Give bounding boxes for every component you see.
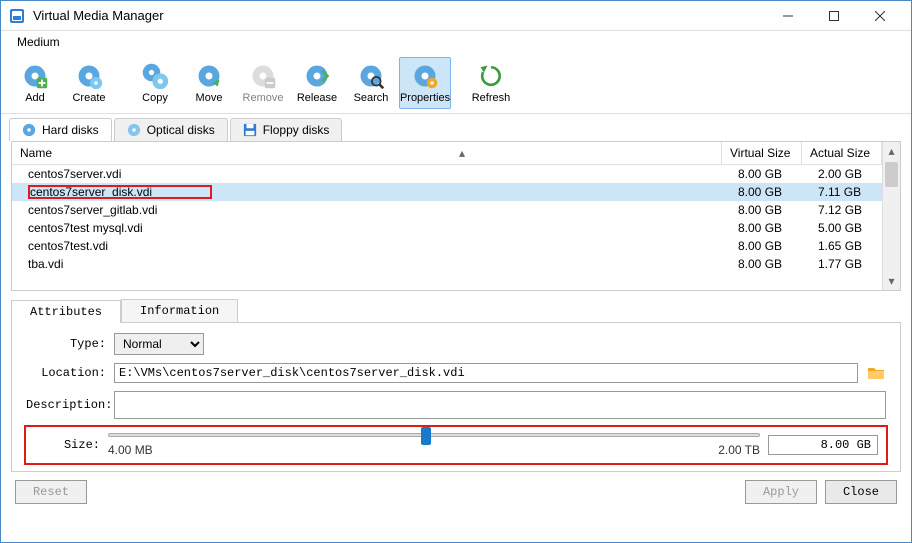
refresh-icon xyxy=(477,62,505,90)
table-row[interactable]: centos7server_disk.vdi8.00 GB7.11 GB xyxy=(12,183,882,201)
table-row[interactable]: tba.vdi8.00 GB1.77 GB xyxy=(12,255,882,273)
toolbar-add[interactable]: Add xyxy=(9,57,61,109)
browse-folder-button[interactable] xyxy=(866,363,886,383)
apply-button: Apply xyxy=(745,480,817,504)
tab-label: Hard disks xyxy=(42,123,99,137)
toolbar-release[interactable]: Release xyxy=(291,57,343,109)
toolbar-move[interactable]: Move xyxy=(183,57,235,109)
col-virtual-size[interactable]: Virtual Size xyxy=(722,142,802,164)
tab-attributes[interactable]: Attributes xyxy=(11,300,121,323)
add-icon xyxy=(21,62,49,90)
menu-medium[interactable]: Medium xyxy=(9,33,68,51)
size-max-label: 2.00 TB xyxy=(718,443,760,457)
location-input[interactable] xyxy=(114,363,858,383)
toolbar-copy[interactable]: Copy xyxy=(129,57,181,109)
cell-asize: 5.00 GB xyxy=(802,220,882,236)
hard-disk-icon xyxy=(22,123,36,137)
slider-thumb[interactable] xyxy=(421,427,431,445)
col-name[interactable]: Name▴ xyxy=(12,142,722,164)
tab-optical-disks[interactable]: Optical disks xyxy=(114,118,228,141)
cell-asize: 7.11 GB xyxy=(802,184,882,200)
cell-vsize: 8.00 GB xyxy=(722,220,802,236)
cell-vsize: 8.00 GB xyxy=(722,166,802,182)
cell-name: centos7test.vdi xyxy=(12,238,722,254)
description-textarea[interactable] xyxy=(114,391,886,419)
bottom-bar: Reset Apply Close xyxy=(1,472,911,512)
table-header: Name▴ Virtual Size Actual Size xyxy=(12,142,882,165)
table-scrollbar[interactable]: ▴ ▾ xyxy=(882,142,900,290)
size-section: Size: 4.00 MB 2.00 TB xyxy=(26,427,886,463)
cell-vsize: 8.00 GB xyxy=(722,184,802,200)
cell-asize: 1.77 GB xyxy=(802,256,882,272)
close-button-bottom[interactable]: Close xyxy=(825,480,897,504)
location-label: Location: xyxy=(26,366,106,380)
table-row[interactable]: centos7server_gitlab.vdi8.00 GB7.12 GB xyxy=(12,201,882,219)
properties-tabs: Attributes Information xyxy=(11,299,901,322)
maximize-button[interactable] xyxy=(811,2,857,30)
table-row[interactable]: centos7test mysql.vdi8.00 GB5.00 GB xyxy=(12,219,882,237)
size-slider[interactable]: 4.00 MB 2.00 TB xyxy=(108,433,760,457)
description-label: Description: xyxy=(26,398,106,412)
table-row[interactable]: centos7server.vdi8.00 GB2.00 GB xyxy=(12,165,882,183)
table-row[interactable]: centos7test.vdi8.00 GB1.65 GB xyxy=(12,237,882,255)
folder-icon xyxy=(867,364,885,382)
cell-vsize: 8.00 GB xyxy=(722,238,802,254)
cell-name: centos7server_gitlab.vdi xyxy=(12,202,722,218)
minimize-button[interactable] xyxy=(765,2,811,30)
size-label: Size: xyxy=(34,438,100,452)
properties-icon xyxy=(411,62,439,90)
size-min-label: 4.00 MB xyxy=(108,443,153,457)
release-icon xyxy=(303,62,331,90)
menubar: Medium xyxy=(1,31,911,53)
toolbar-remove: Remove xyxy=(237,57,289,109)
window-controls xyxy=(765,2,903,30)
toolbar-search[interactable]: Search xyxy=(345,57,397,109)
titlebar: Virtual Media Manager xyxy=(1,1,911,31)
toolbar-create[interactable]: Create xyxy=(63,57,115,109)
disk-table: Name▴ Virtual Size Actual Size centos7se… xyxy=(11,141,901,291)
copy-icon xyxy=(141,62,169,90)
cell-name: tba.vdi xyxy=(12,256,722,272)
cell-name: centos7test mysql.vdi xyxy=(12,220,722,236)
toolbar-refresh[interactable]: Refresh xyxy=(465,57,517,109)
remove-icon xyxy=(249,62,277,90)
cell-vsize: 8.00 GB xyxy=(722,202,802,218)
toolbar: Add Create Copy Move Remove Release Sear… xyxy=(1,53,911,114)
window-title: Virtual Media Manager xyxy=(33,8,765,23)
tab-label: Optical disks xyxy=(147,123,215,137)
search-icon xyxy=(357,62,385,90)
cell-name: centos7server_disk.vdi xyxy=(12,184,722,200)
floppy-disk-icon xyxy=(243,123,257,137)
app-icon xyxy=(9,8,25,24)
cell-name: centos7server.vdi xyxy=(12,166,722,182)
scroll-thumb[interactable] xyxy=(885,162,898,187)
cell-vsize: 8.00 GB xyxy=(722,256,802,272)
properties-panel: Type: Normal Location: Description: Size… xyxy=(11,322,901,472)
tab-hard-disks[interactable]: Hard disks xyxy=(9,118,112,141)
reset-button: Reset xyxy=(15,480,87,504)
col-actual-size[interactable]: Actual Size xyxy=(802,142,882,164)
type-label: Type: xyxy=(26,337,106,351)
sort-asc-icon: ▴ xyxy=(459,146,465,160)
tab-label: Floppy disks xyxy=(263,123,330,137)
tab-information[interactable]: Information xyxy=(121,299,238,322)
tab-floppy-disks[interactable]: Floppy disks xyxy=(230,118,343,141)
cell-asize: 1.65 GB xyxy=(802,238,882,254)
cell-asize: 2.00 GB xyxy=(802,166,882,182)
cell-asize: 7.12 GB xyxy=(802,202,882,218)
create-icon xyxy=(75,62,103,90)
optical-disk-icon xyxy=(127,123,141,137)
scroll-down-icon[interactable]: ▾ xyxy=(883,272,900,290)
size-input[interactable] xyxy=(768,435,878,455)
toolbar-properties[interactable]: Properties xyxy=(399,57,451,109)
media-type-tabs: Hard disks Optical disks Floppy disks xyxy=(1,114,911,141)
type-select[interactable]: Normal xyxy=(114,333,204,355)
scroll-up-icon[interactable]: ▴ xyxy=(883,142,900,160)
close-button[interactable] xyxy=(857,2,903,30)
move-icon xyxy=(195,62,223,90)
